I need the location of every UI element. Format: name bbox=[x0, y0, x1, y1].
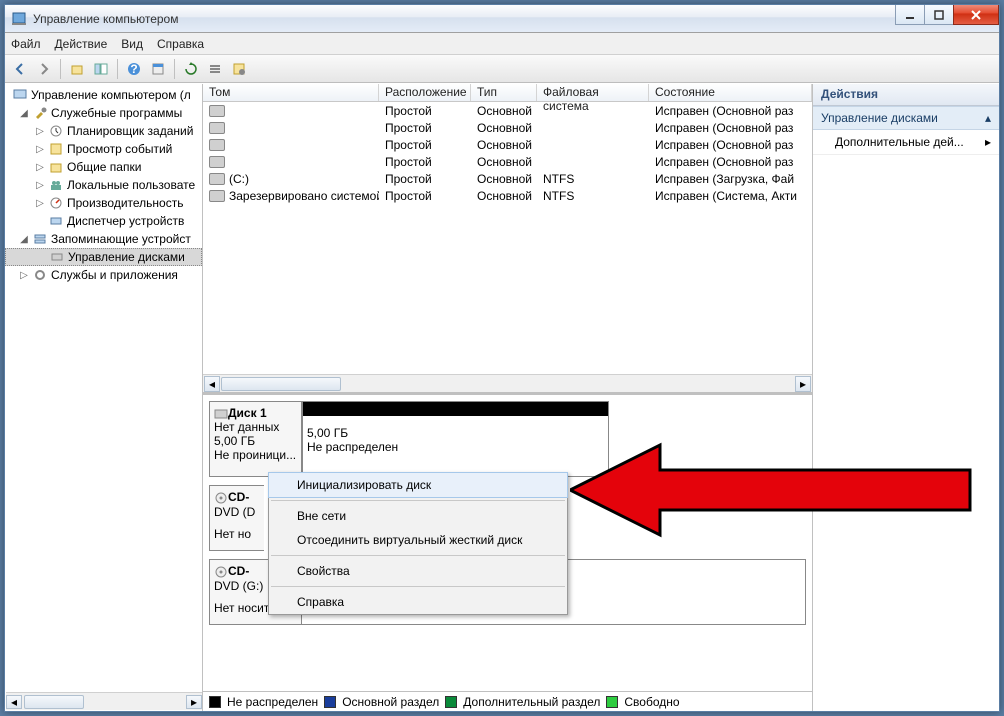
legend: Не распределен Основной раздел Дополните… bbox=[203, 691, 812, 711]
col-volume[interactable]: Том bbox=[203, 84, 379, 101]
legend-extended-swatch bbox=[445, 696, 457, 708]
tree-devmgr[interactable]: ▷Диспетчер устройств bbox=[5, 212, 202, 230]
clock-icon bbox=[48, 123, 64, 139]
ctx-help[interactable]: Справка bbox=[269, 590, 567, 614]
col-fs[interactable]: Файловая система bbox=[537, 84, 649, 101]
expand-icon[interactable]: ▷ bbox=[19, 270, 29, 281]
ctx-detach-vhd[interactable]: Отсоединить виртуальный жесткий диск bbox=[269, 528, 567, 552]
refresh-icon[interactable] bbox=[180, 58, 202, 80]
bottom-scrollbar[interactable]: ◂ ▸ bbox=[6, 692, 202, 710]
volume-list[interactable]: ПростойОсновнойИсправен (Основной разПро… bbox=[203, 102, 812, 374]
nav-tree[interactable]: Управление компьютером (л ◢Служебные про… bbox=[5, 84, 203, 711]
app-icon bbox=[11, 11, 27, 27]
ctx-offline[interactable]: Вне сети bbox=[269, 504, 567, 528]
expand-icon[interactable]: ▷ bbox=[35, 144, 45, 155]
legend-free-swatch bbox=[606, 696, 618, 708]
scroll-thumb[interactable] bbox=[221, 377, 341, 391]
legend-primary-swatch bbox=[324, 696, 336, 708]
expand-icon[interactable]: ▷ bbox=[35, 198, 45, 209]
volume-header[interactable]: Том Расположение Тип Файловая система Со… bbox=[203, 84, 812, 102]
ctx-initialize-disk[interactable]: Инициализировать диск bbox=[268, 472, 568, 498]
show-hide-tree-icon[interactable] bbox=[90, 58, 112, 80]
volume-row[interactable]: ПростойОсновнойИсправен (Основной раз bbox=[203, 102, 812, 119]
h-scrollbar[interactable]: ◂ ▸ bbox=[203, 374, 812, 392]
scroll-right-icon[interactable]: ▸ bbox=[795, 376, 811, 392]
disk-row-cd0[interactable]: CD- DVD (D Нет но bbox=[209, 485, 264, 551]
menu-help[interactable]: Справка bbox=[157, 37, 204, 51]
menu-file[interactable]: Файл bbox=[11, 37, 41, 51]
actions-header: Действия bbox=[813, 84, 999, 106]
actions-diskmgmt[interactable]: Управление дисками ▴ bbox=[813, 106, 999, 130]
menu-action[interactable]: Действие bbox=[55, 37, 108, 51]
col-status[interactable]: Состояние bbox=[649, 84, 812, 101]
volume-row[interactable]: Зарезервировано системойПростойОсновнойN… bbox=[203, 187, 812, 204]
folder-icon bbox=[48, 159, 64, 175]
col-type[interactable]: Тип bbox=[471, 84, 537, 101]
services-icon bbox=[32, 267, 48, 283]
actions-more[interactable]: Дополнительные дей... ▸ bbox=[813, 130, 999, 155]
tree-storage[interactable]: ◢Запоминающие устройст bbox=[5, 230, 202, 248]
properties-icon[interactable] bbox=[147, 58, 169, 80]
volume-row[interactable]: ПростойОсновнойИсправен (Основной раз bbox=[203, 119, 812, 136]
volume-row[interactable]: ПростойОсновнойИсправен (Основной раз bbox=[203, 153, 812, 170]
tree-shared[interactable]: ▷Общие папки bbox=[5, 158, 202, 176]
tree-services[interactable]: ▷Службы и приложения bbox=[5, 266, 202, 284]
collapse-icon[interactable]: ▴ bbox=[985, 111, 991, 125]
computer-management-window: Управление компьютером Файл Действие Вид… bbox=[4, 4, 1000, 712]
volume-row[interactable]: ПростойОсновнойИсправен (Основной раз bbox=[203, 136, 812, 153]
tree-scheduler[interactable]: ▷Планировщик заданий bbox=[5, 122, 202, 140]
users-icon bbox=[48, 177, 64, 193]
up-icon[interactable] bbox=[66, 58, 88, 80]
ctx-properties[interactable]: Свойства bbox=[269, 559, 567, 583]
menubar: Файл Действие Вид Справка bbox=[5, 33, 999, 55]
chevron-right-icon: ▸ bbox=[985, 135, 991, 149]
tree-root[interactable]: Управление компьютером (л bbox=[5, 86, 202, 104]
list-icon[interactable] bbox=[204, 58, 226, 80]
tree-tools[interactable]: ◢Служебные программы bbox=[5, 104, 202, 122]
tree-users[interactable]: ▷Локальные пользовате bbox=[5, 176, 202, 194]
back-button[interactable] bbox=[9, 58, 31, 80]
forward-button[interactable] bbox=[33, 58, 55, 80]
maximize-button[interactable] bbox=[924, 5, 954, 25]
titlebar[interactable]: Управление компьютером bbox=[5, 5, 999, 33]
svg-text:?: ? bbox=[130, 62, 137, 76]
volume-row[interactable]: (C:)ПростойОсновнойNTFSИсправен (Загрузк… bbox=[203, 170, 812, 187]
toolbar: ? bbox=[5, 55, 999, 83]
context-menu: Инициализировать диск Вне сети Отсоедини… bbox=[268, 472, 568, 615]
tools-icon bbox=[32, 105, 48, 121]
perf-icon bbox=[48, 195, 64, 211]
settings-icon[interactable] bbox=[228, 58, 250, 80]
computer-icon bbox=[12, 87, 28, 103]
disk1-unallocated[interactable]: 5,00 ГБ Не распределен bbox=[302, 402, 608, 476]
events-icon bbox=[48, 141, 64, 157]
disk-icon bbox=[49, 249, 65, 265]
storage-icon bbox=[32, 231, 48, 247]
menu-view[interactable]: Вид bbox=[121, 37, 143, 51]
tree-diskmgmt[interactable]: ▷Управление дисками bbox=[5, 248, 202, 266]
expand-icon[interactable]: ▷ bbox=[35, 126, 45, 137]
scroll-left-icon[interactable]: ◂ bbox=[204, 376, 220, 392]
tree-events[interactable]: ▷Просмотр событий bbox=[5, 140, 202, 158]
close-button[interactable] bbox=[953, 5, 999, 25]
expand-icon[interactable]: ▷ bbox=[35, 180, 45, 191]
collapse-icon[interactable]: ◢ bbox=[19, 108, 29, 119]
expand-icon[interactable]: ▷ bbox=[35, 162, 45, 173]
tree-perf[interactable]: ▷Производительность bbox=[5, 194, 202, 212]
minimize-button[interactable] bbox=[895, 5, 925, 25]
col-layout[interactable]: Расположение bbox=[379, 84, 471, 101]
window-title: Управление компьютером bbox=[33, 12, 896, 26]
disk-row-disk1[interactable]: Диск 1 Нет данных 5,00 ГБ Не проиници...… bbox=[209, 401, 609, 477]
disk1-label[interactable]: Диск 1 Нет данных 5,00 ГБ Не проиници... bbox=[210, 402, 302, 476]
main-content: Том Расположение Тип Файловая система Со… bbox=[203, 84, 813, 711]
legend-unalloc-swatch bbox=[209, 696, 221, 708]
device-icon bbox=[48, 213, 64, 229]
help-icon[interactable]: ? bbox=[123, 58, 145, 80]
actions-pane: Действия Управление дисками ▴ Дополнител… bbox=[813, 84, 999, 711]
collapse-icon[interactable]: ◢ bbox=[19, 234, 29, 245]
